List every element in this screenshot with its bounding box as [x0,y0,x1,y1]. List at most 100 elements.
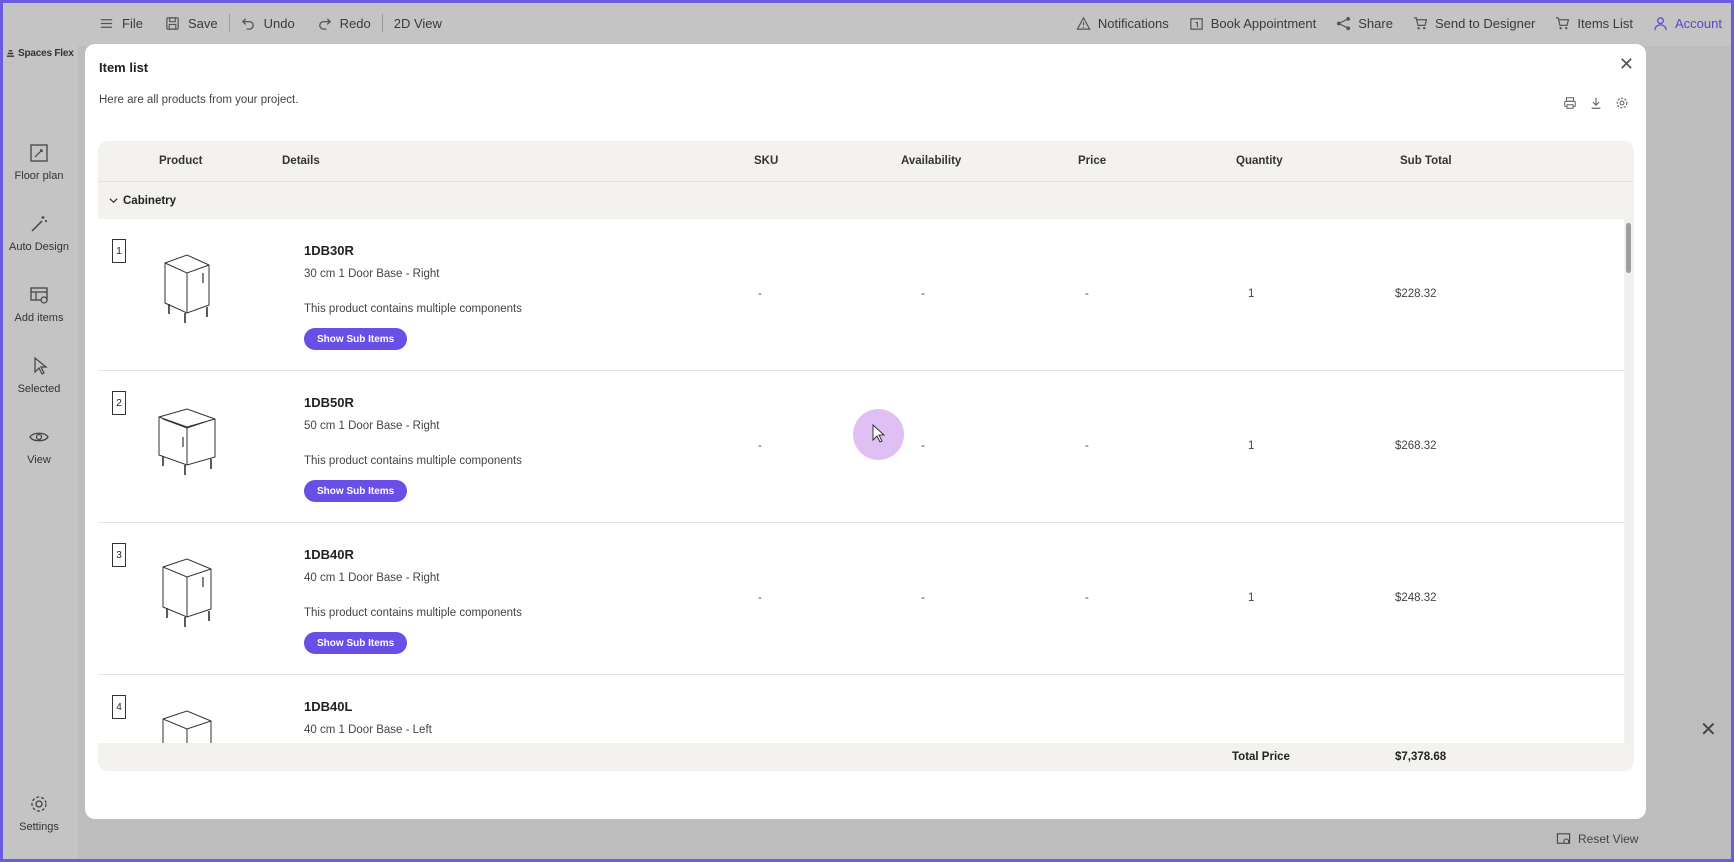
cabinet-image [162,558,212,627]
print-icon[interactable] [1563,96,1577,110]
availability-cell: - [921,440,925,452]
2d-view-button[interactable]: 2D View [383,12,453,34]
table-row: 3 1DB40R 40 cm 1 Door Base - Right This … [98,523,1624,675]
floor-plan-icon [30,144,48,162]
table-scrollbar[interactable] [1626,219,1631,743]
pointer-icon [34,356,48,375]
modal-close-icon[interactable]: ✕ [1619,54,1634,75]
quantity-cell: 1 [1248,288,1255,300]
availability-cell: - [921,592,925,604]
file-label: File [122,15,143,31]
book-appointment-button[interactable]: Book Appointment [1189,12,1317,34]
product-note: This product contains multiple component… [304,303,522,315]
book-appointment-label: Book Appointment [1210,15,1317,31]
notifications-button[interactable]: Notifications [1076,12,1169,34]
menu-icon [100,18,113,28]
product-name: 1DB40R [304,547,354,562]
gear-icon[interactable] [1615,96,1629,110]
logo-icon [6,50,15,57]
save-label: Save [187,15,218,31]
product-description: 30 cm 1 Door Base - Right [304,268,440,280]
redo-label: Redo [339,15,371,31]
row-number: 3 [112,543,126,567]
table-header: Product Details SKU Availability Price Q… [98,141,1634,181]
share-icon [1337,16,1351,30]
col-price: Price [1078,155,1107,167]
subtotal-cell: $248.32 [1395,592,1437,604]
mouse-cursor-icon [872,424,886,443]
cabinet-image [162,710,212,743]
table-row: 1 1DB30R 30 cm 1 Door Base - Right This … [98,219,1624,371]
show-sub-items-button[interactable]: Show Sub Items [304,480,408,502]
sidebar-item-auto-design[interactable]: Auto Design [0,213,78,253]
panel-close-icon[interactable]: ✕ [1700,717,1717,742]
subtotal-cell: $268.32 [1395,440,1437,452]
sidebar-item-label: Settings [19,821,59,833]
add-items-icon [30,287,48,304]
subtotal-cell: $228.32 [1395,288,1437,300]
sidebar-item-view[interactable]: View [0,426,78,466]
sidebar-item-add-items[interactable]: Add items [0,284,78,324]
undo-icon [241,17,254,30]
file-menu-button[interactable]: File [88,12,154,34]
table-row: 4 1DB40L 40 cm 1 Door Base - Left [98,675,1624,743]
share-button[interactable]: Share [1336,12,1393,34]
col-subtotal: Sub Total [1400,155,1452,167]
total-price-label: Total Price [1232,751,1290,763]
sidebar-item-label: Floor plan [14,170,64,182]
col-availability: Availability [901,155,962,167]
save-icon [166,16,179,30]
row-number: 2 [112,391,126,415]
account-button[interactable]: Account [1653,12,1722,34]
col-sku: SKU [754,155,779,167]
table-body: 1 1DB30R 30 cm 1 Door Base - Right This … [98,219,1624,743]
sidebar-item-settings[interactable]: Settings [0,793,78,833]
cabinet-image [158,408,216,475]
price-cell: - [1085,592,1089,604]
send-to-designer-button[interactable]: Send to Designer [1413,12,1535,34]
table-footer: Total Price $7,378.68 [98,743,1634,771]
product-description: 40 cm 1 Door Base - Right [304,572,440,584]
modal-toolbar [1563,96,1629,110]
product-name: 1DB30R [304,243,354,258]
redo-button[interactable]: Redo [306,12,382,34]
col-product: Product [159,155,203,167]
show-sub-items-button[interactable]: Show Sub Items [304,632,408,654]
items-list-button[interactable]: Items List [1555,12,1633,34]
sidebar-item-label: View [27,454,51,466]
calendar-icon [1189,17,1203,30]
undo-button[interactable]: Undo [230,12,306,34]
reset-view-button[interactable]: Reset View [1556,831,1638,846]
product-description: 40 cm 1 Door Base - Left [304,724,432,736]
scrollbar-thumb[interactable] [1626,223,1631,273]
category-toggle-cabinetry[interactable]: Cabinetry [98,181,1634,219]
product-note: This product contains multiple component… [304,607,522,619]
quantity-cell: 1 [1248,440,1255,452]
eye-icon [29,432,49,442]
product-description: 50 cm 1 Door Base - Right [304,420,440,432]
chevron-down-icon [109,198,118,204]
sku-cell: - [758,592,762,604]
save-button[interactable]: Save [154,12,229,34]
share-label: Share [1358,15,1393,31]
download-icon[interactable] [1589,96,1603,110]
price-cell: - [1085,440,1089,452]
col-quantity: Quantity [1236,155,1283,167]
warning-icon [1076,16,1091,30]
sidebar-item-selected[interactable]: Selected [0,355,78,395]
total-price-value: $7,378.68 [1395,751,1447,763]
left-sidebar: Spaces Flex Floor plan Auto Design Add i… [0,0,78,862]
2d-view-label: 2D View [393,15,442,31]
sidebar-item-label: Selected [17,383,61,395]
sidebar-item-floor-plan[interactable]: Floor plan [0,142,78,182]
show-sub-items-button[interactable]: Show Sub Items [304,328,408,350]
gear-icon [31,796,47,812]
send-to-designer-label: Send to Designer [1434,15,1536,31]
product-name: 1DB50R [304,395,354,410]
category-label: Cabinetry [123,194,177,207]
undo-label: Undo [263,15,295,31]
modal-title: Item list [99,60,149,75]
cabinet-image [164,254,210,323]
row-number: 1 [112,239,126,263]
user-icon [1654,16,1667,30]
